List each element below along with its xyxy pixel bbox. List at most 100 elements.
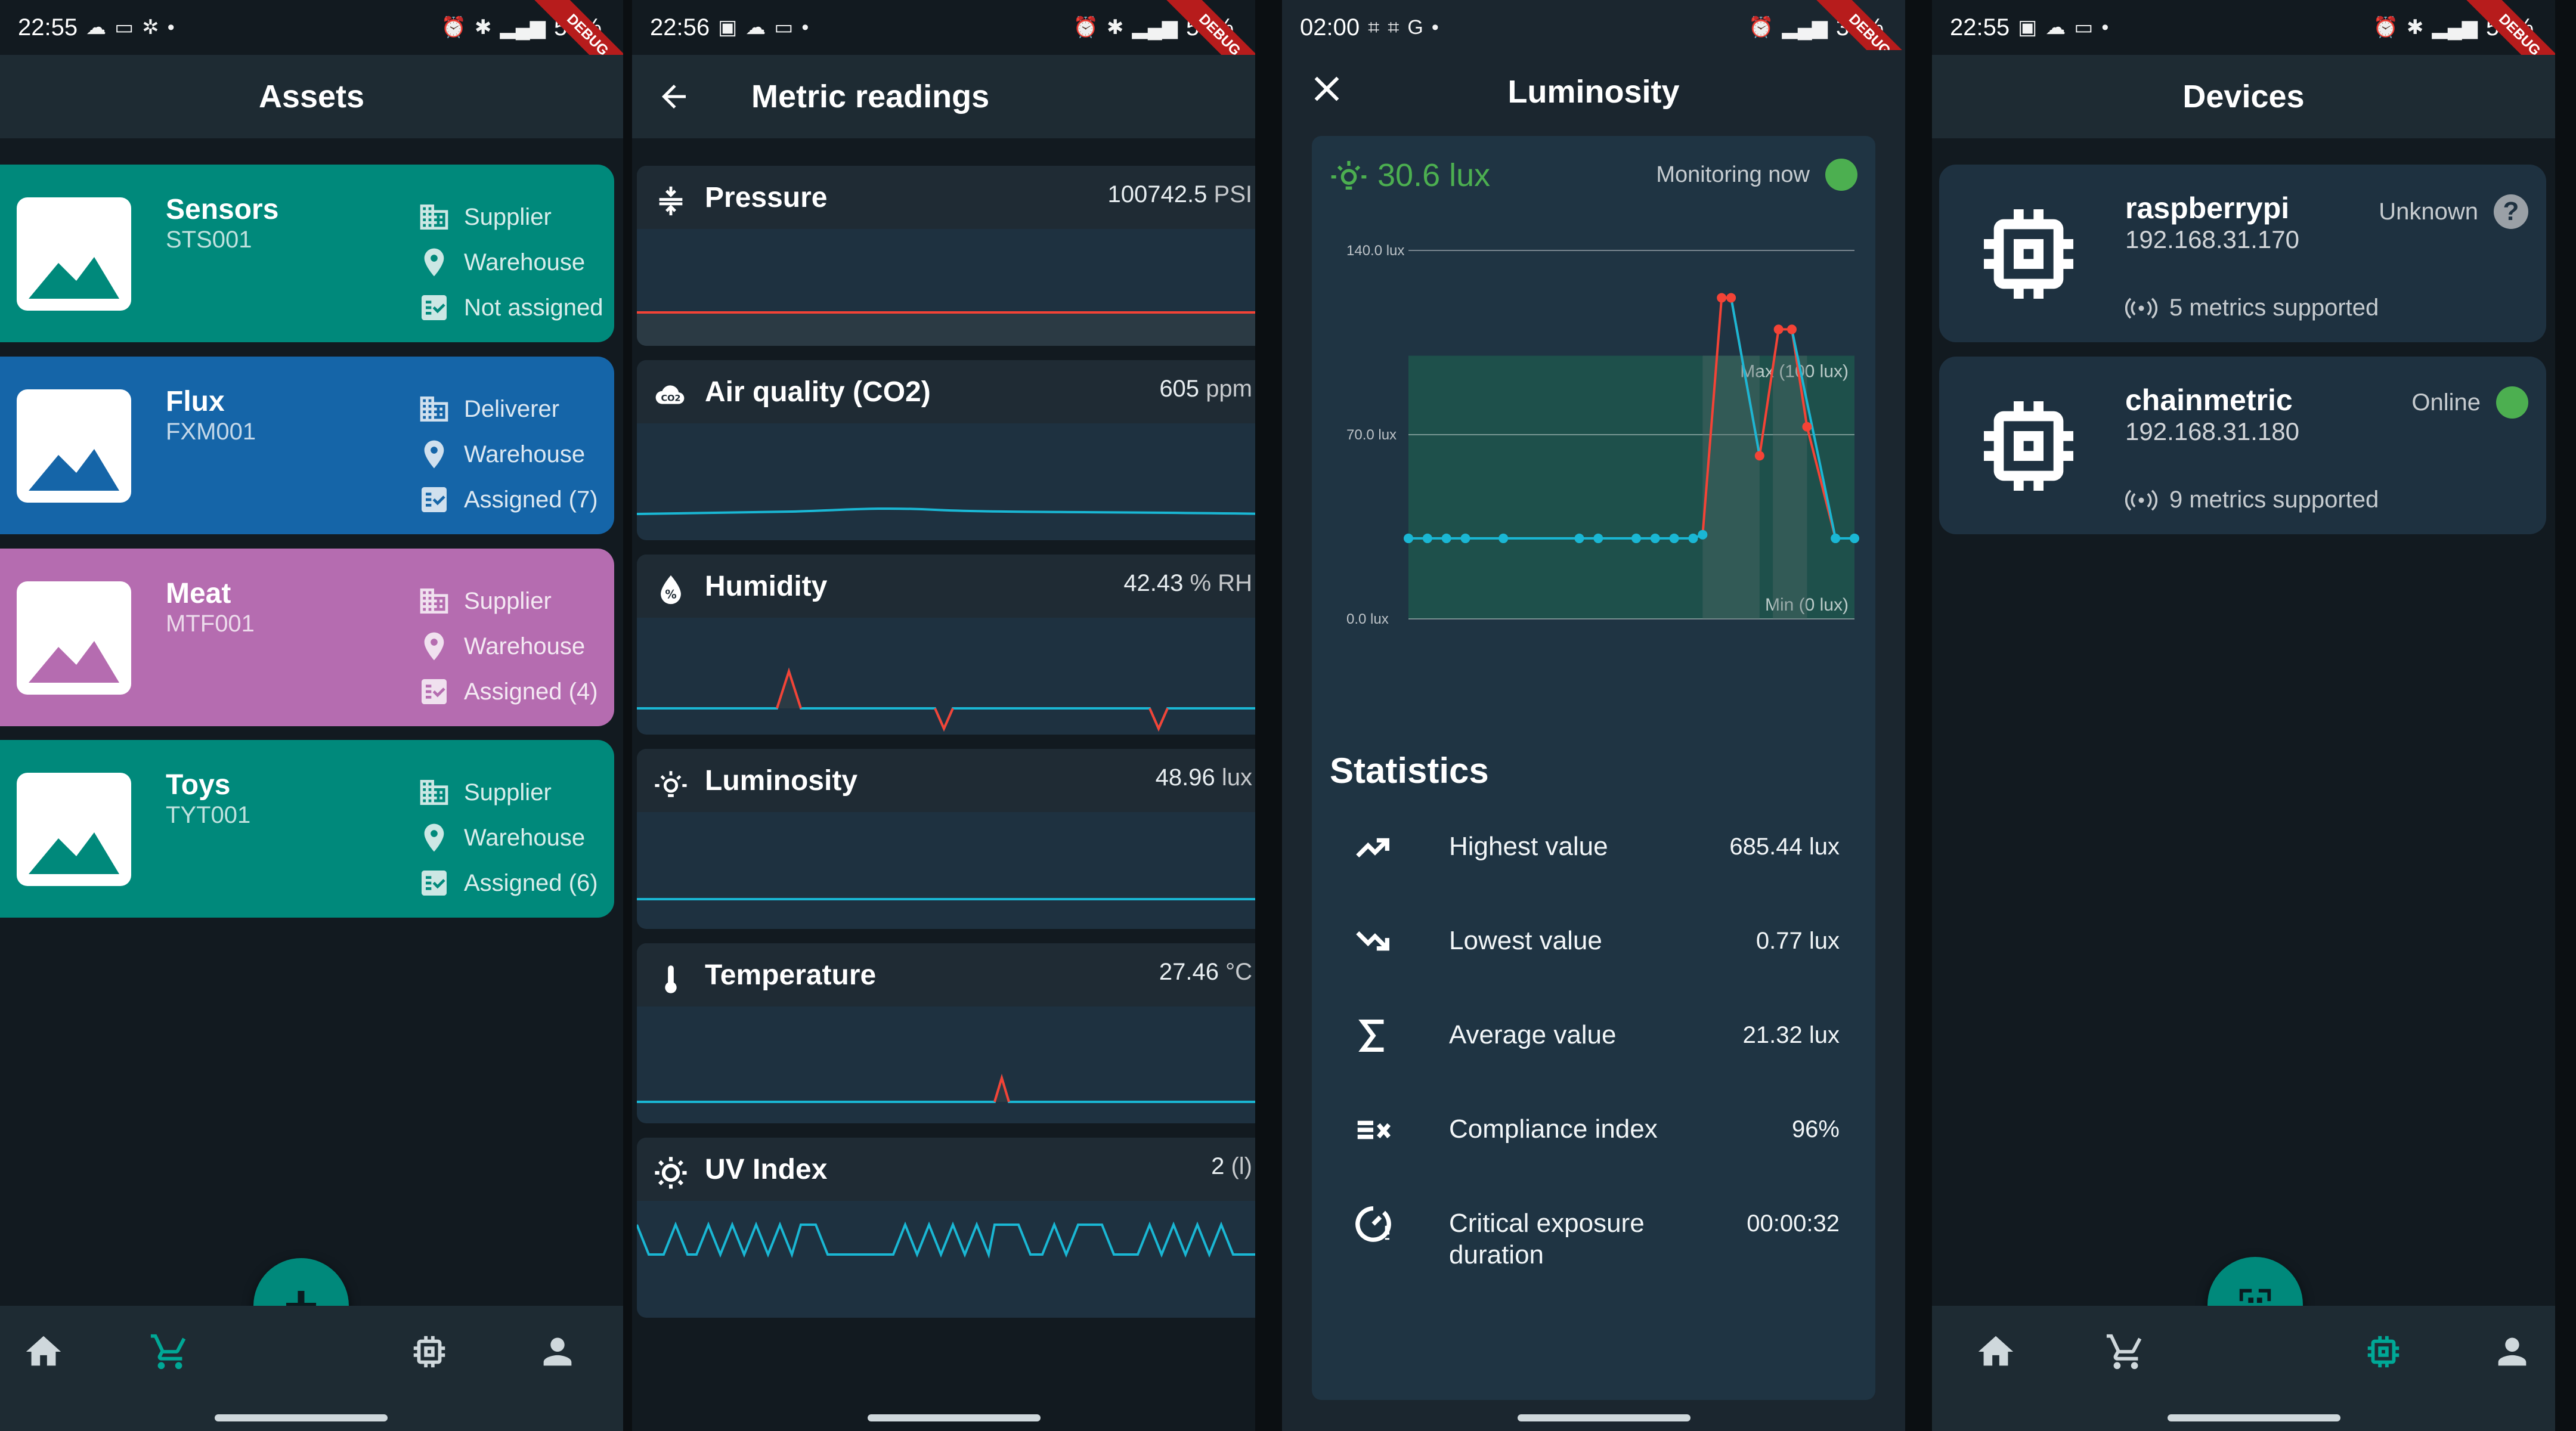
data-point [1698,529,1708,540]
location-pin-icon [424,632,444,661]
metric-sparkline [637,507,1255,515]
chip-icon [1984,401,2073,491]
profile-icon[interactable] [2491,1331,2533,1373]
assignment-icon [422,871,447,896]
data-point [1404,533,1413,543]
stat-label: Lowest value [1449,926,1602,955]
sigma-icon [1358,1020,1384,1052]
sparkline-path [993,1074,1010,1102]
co2-icon: CO2 [655,385,685,404]
chip-icon[interactable] [408,1331,450,1373]
device-name: chainmetric [2125,383,2293,417]
building-icon [420,397,448,422]
metric-unit: % RH [1190,570,1252,596]
metric-name: Temperature [705,959,877,991]
cast-icon: ▭ [2074,16,2094,39]
luminosity-icon [1331,161,1367,190]
metric-card[interactable]: Pressure 100742.5 PSI [637,166,1255,346]
close-icon[interactable] [1306,68,1348,110]
metric-card[interactable]: Temperature 27.46 °C [637,943,1255,1123]
stat-label: Critical exposure duration [1449,1209,1645,1269]
data-point [1593,533,1603,543]
asset-card[interactable]: Meat MTF001 Supplier Warehouse Assigned … [0,549,614,726]
asset-card[interactable]: Toys TYT001 Supplier Warehouse Assigned … [0,740,614,918]
home-icon[interactable] [23,1331,64,1373]
device-status: Online [2411,386,2528,419]
signal-icon: ▂▄▆ [1132,16,1178,39]
status-time: 02:00 [1300,14,1360,41]
asset-location-label: Warehouse [464,824,586,851]
home-icon[interactable] [1975,1331,2017,1373]
metric-card[interactable]: CO2 Air quality (CO2) 605 ppm [637,360,1255,540]
stat-value: 0.77 lux [1755,928,1840,954]
data-point [1669,533,1679,543]
metric-number: 100742.5 [1107,181,1208,207]
asset-code: FXM001 [166,419,256,445]
metric-card[interactable]: Luminosity 48.96 lux [637,749,1255,929]
data-point [1831,533,1841,543]
image-placeholder-icon [17,389,131,503]
scan-icon: ⌗ [1368,16,1380,39]
cart-icon[interactable] [2105,1331,2147,1373]
back-arrow-icon[interactable] [656,79,692,114]
chip-icon[interactable] [2363,1331,2404,1373]
device-status-label: Online [2411,389,2481,416]
statistics-title: Statistics [1330,751,1489,791]
asset-role-label: Supplier [464,203,552,230]
stat-label: Average value [1449,1020,1617,1049]
data-point [1802,422,1812,432]
data-point [1773,324,1784,334]
stat-value: 96% [1791,1116,1840,1142]
data-point [1650,533,1660,543]
stat-row: Critical exposure duration 00:00:32 [1312,1181,1875,1270]
asset-location-label: Warehouse [464,633,586,659]
data-point [1441,533,1451,543]
metric-header: Luminosity 48.96 lux [637,749,1255,812]
signal-icon: ▂▄▆ [2432,16,2478,39]
metric-header: % Humidity 42.43 % RH [637,555,1255,618]
metric-number: 2 [1211,1153,1225,1179]
metric-header: CO2 Air quality (CO2) 605 ppm [637,360,1255,423]
bottom-navigation [1932,1306,2555,1431]
asset-assignment: Not assigned [417,285,603,330]
svg-text:CO2: CO2 [661,394,680,404]
metric-value: 42.43 % RH [1123,570,1252,597]
metric-value: 2 (l) [1211,1153,1252,1180]
asset-card[interactable]: Sensors STS001 Supplier Warehouse Not as… [0,165,614,342]
metric-unit: (l) [1231,1153,1252,1179]
sparkline-path [637,1074,1255,1103]
broadcast-icon [2125,489,2157,511]
cloud-icon: ☁ [2045,16,2066,39]
app-bar: Luminosity [1282,50,1905,134]
asset-role-label: Deliverer [464,395,560,422]
data-point [1422,533,1432,543]
bluetooth-icon: ✱ [1107,16,1124,39]
sparkline-path [637,312,1255,346]
exceedance-area [1702,355,1760,619]
current-lux: 30.6 lux [1377,157,1491,193]
data-point [1688,533,1698,543]
uv-icon [655,1157,687,1189]
location-pin-icon [424,248,444,277]
location-pin-icon [424,440,444,469]
dot-icon: • [1431,16,1439,39]
bottom-navigation [0,1306,623,1431]
data-point [1574,533,1584,543]
asset-code: STS001 [166,227,252,253]
device-card[interactable]: raspberrypi 192.168.31.170 5 metrics sup… [1939,165,2546,342]
metric-header: Temperature 27.46 °C [637,943,1255,1006]
device-metrics-label: 9 metrics supported [2169,487,2379,513]
asset-card[interactable]: Flux FXM001 Deliverer Warehouse Assigned… [0,357,614,534]
metric-name: Humidity [705,571,828,602]
sparkline-path [637,507,1255,515]
cart-icon[interactable] [149,1331,191,1373]
dot-icon: • [167,16,175,39]
metric-card[interactable]: % Humidity 42.43 % RH [637,555,1255,735]
profile-icon[interactable] [537,1331,578,1373]
google-icon: G [1407,16,1423,39]
metric-readings-screen: 22:56 ▣ ☁ ▭ • ⏰ ✱ ▂▄▆ 54% DEBUG Metric r… [632,0,1255,1431]
data-point [1498,533,1509,543]
device-card[interactable]: chainmetric 192.168.31.180 9 metrics sup… [1939,357,2546,534]
metric-number: 605 [1159,376,1200,402]
metric-card[interactable]: UV Index 2 (l) [637,1138,1255,1318]
